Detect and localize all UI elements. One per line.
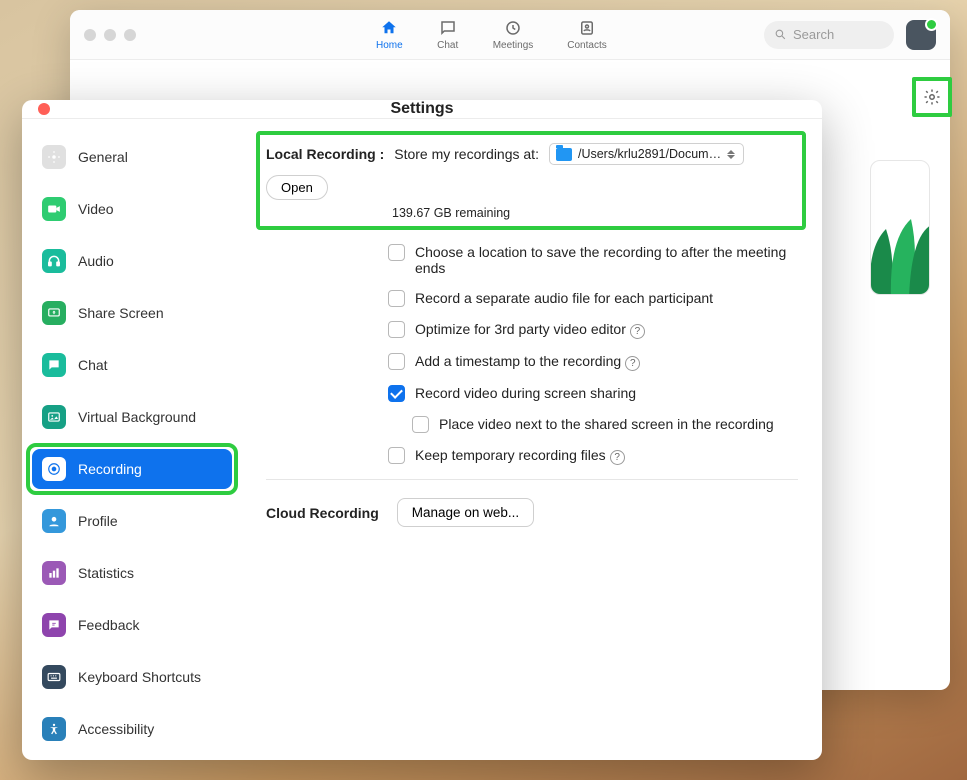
sidebar-label: Share Screen	[78, 305, 164, 321]
video-icon	[42, 197, 66, 221]
sidebar-label: Feedback	[78, 617, 139, 633]
nav-meetings[interactable]: Meetings	[493, 18, 534, 51]
sidebar-label: General	[78, 149, 128, 165]
nav-contacts[interactable]: Contacts	[567, 18, 606, 51]
folder-icon	[556, 148, 572, 161]
plant-illustration	[870, 189, 930, 295]
keyboard-icon	[42, 665, 66, 689]
recording-path-value: /Users/krlu2891/Docum…	[578, 147, 721, 161]
accessibility-icon	[42, 717, 66, 741]
sidebar-item-chat[interactable]: Chat	[32, 345, 232, 385]
sidebar-item-video[interactable]: Video	[32, 189, 232, 229]
share-icon	[42, 301, 66, 325]
headphones-icon	[42, 249, 66, 273]
sidebar-label: Virtual Background	[78, 409, 196, 425]
sidebar-item-virtual-background[interactable]: Virtual Background	[32, 397, 232, 437]
traffic-lights[interactable]	[84, 29, 136, 41]
local-recording-highlight: Local Recording : Store my recordings at…	[256, 131, 806, 230]
checkbox-keep-temp-files[interactable]	[388, 447, 405, 464]
settings-sidebar: General Video Audio Share Screen Chat Vi…	[22, 119, 242, 779]
sidebar-item-share-screen[interactable]: Share Screen	[32, 293, 232, 333]
local-recording-label: Local Recording :	[266, 146, 384, 162]
checkbox-add-timestamp[interactable]	[388, 353, 405, 370]
sidebar-item-audio[interactable]: Audio	[32, 241, 232, 281]
sidebar-label: Accessibility	[78, 721, 154, 737]
main-titlebar: Home Chat Meetings Contacts Search	[70, 10, 950, 60]
nav-chat-label: Chat	[437, 40, 458, 51]
option-label: Choose a location to save the recording …	[415, 244, 798, 276]
space-remaining-label: 139.67 GB remaining	[392, 206, 792, 220]
chat-icon	[437, 18, 459, 38]
sidebar-label: Video	[78, 201, 114, 217]
avatar[interactable]	[906, 20, 936, 50]
settings-window: Settings General Video Audio Share Scree…	[22, 100, 822, 760]
checkbox-record-during-share[interactable]	[388, 385, 405, 402]
close-button[interactable]	[38, 103, 50, 115]
nav-home[interactable]: Home	[376, 18, 403, 51]
option-label: Add a timestamp to the recording	[415, 353, 621, 369]
feedback-icon	[42, 613, 66, 637]
record-icon	[42, 457, 66, 481]
contacts-icon	[576, 18, 598, 38]
nav-chat[interactable]: Chat	[437, 18, 459, 51]
settings-content: Local Recording : Store my recordings at…	[242, 119, 822, 779]
gear-icon	[923, 88, 941, 106]
nav-home-label: Home	[376, 40, 403, 51]
option-label: Record video during screen sharing	[415, 385, 636, 401]
checkbox-optimize-3rd-party[interactable]	[388, 321, 405, 338]
sidebar-label: Chat	[78, 357, 108, 373]
recording-options: Choose a location to save the recording …	[388, 244, 798, 465]
nav-contacts-label: Contacts	[567, 40, 606, 51]
chart-icon	[42, 561, 66, 585]
home-icon	[378, 18, 400, 38]
sidebar-item-feedback[interactable]: Feedback	[32, 605, 232, 645]
recording-path-picker[interactable]: /Users/krlu2891/Docum…	[549, 143, 744, 165]
image-icon	[42, 405, 66, 429]
help-icon[interactable]: ?	[630, 324, 645, 339]
clock-icon	[502, 18, 524, 38]
manage-on-web-button[interactable]: Manage on web...	[397, 498, 534, 527]
settings-title: Settings	[390, 100, 453, 118]
sidebar-item-accessibility[interactable]: Accessibility	[32, 709, 232, 749]
option-label: Record a separate audio file for each pa…	[415, 290, 713, 306]
checkbox-place-video-next[interactable]	[412, 416, 429, 433]
chat-icon	[42, 353, 66, 377]
sidebar-label: Keyboard Shortcuts	[78, 669, 201, 685]
divider	[266, 479, 798, 480]
help-icon[interactable]: ?	[610, 450, 625, 465]
cloud-recording-label: Cloud Recording	[266, 505, 379, 521]
gear-icon	[42, 145, 66, 169]
help-icon[interactable]: ?	[625, 356, 640, 371]
option-label: Place video next to the shared screen in…	[439, 416, 774, 432]
checkbox-choose-location[interactable]	[388, 244, 405, 261]
checkbox-separate-audio[interactable]	[388, 290, 405, 307]
sidebar-recording-highlight: Recording	[26, 443, 238, 495]
sidebar-label: Recording	[78, 461, 142, 477]
nav-meetings-label: Meetings	[493, 40, 534, 51]
sidebar-item-statistics[interactable]: Statistics	[32, 553, 232, 593]
sidebar-item-general[interactable]: General	[32, 137, 232, 177]
sidebar-item-keyboard-shortcuts[interactable]: Keyboard Shortcuts	[32, 657, 232, 697]
search-input[interactable]: Search	[764, 21, 894, 49]
sidebar-label: Audio	[78, 253, 114, 269]
user-icon	[42, 509, 66, 533]
main-nav: Home Chat Meetings Contacts	[376, 18, 607, 51]
settings-gear-button[interactable]	[912, 77, 952, 117]
background-card	[870, 160, 930, 295]
settings-titlebar: Settings	[22, 100, 822, 119]
option-label: Optimize for 3rd party video editor	[415, 321, 626, 337]
search-placeholder: Search	[793, 27, 834, 42]
sidebar-item-recording[interactable]: Recording	[32, 449, 232, 489]
sidebar-label: Profile	[78, 513, 118, 529]
store-recordings-label: Store my recordings at:	[394, 146, 539, 162]
search-icon	[774, 28, 787, 41]
stepper-icon	[727, 150, 737, 159]
open-folder-button[interactable]: Open	[266, 175, 328, 200]
option-label: Keep temporary recording files	[415, 447, 606, 463]
sidebar-label: Statistics	[78, 565, 134, 581]
sidebar-item-profile[interactable]: Profile	[32, 501, 232, 541]
